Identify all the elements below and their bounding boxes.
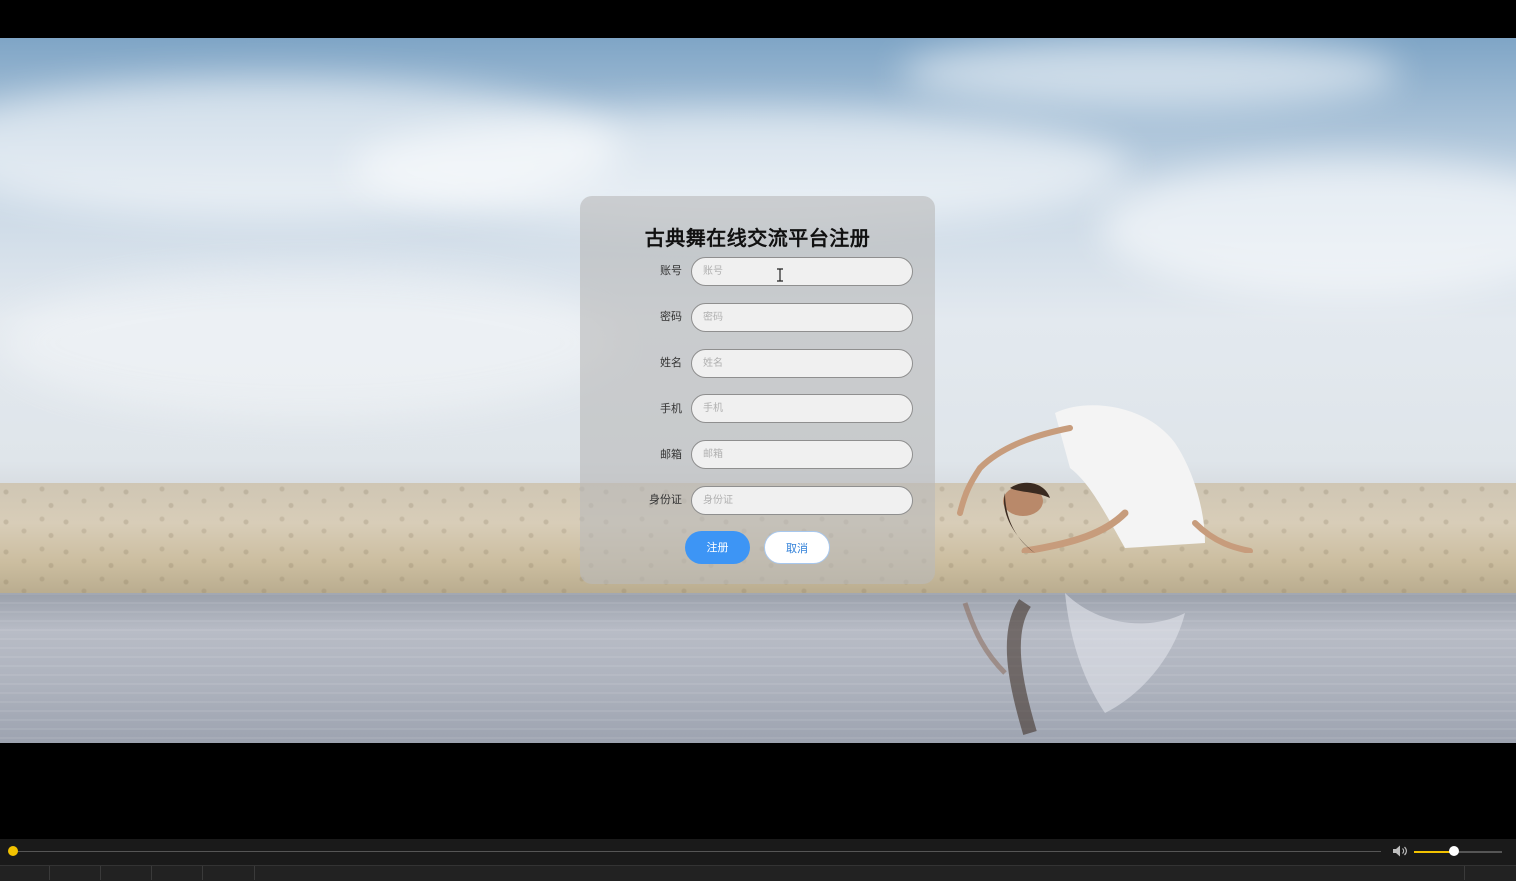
phone-label: 手机 [660, 402, 682, 415]
register-button[interactable]: 注册 [685, 531, 750, 564]
progress-handle[interactable] [8, 846, 18, 856]
form-title: 古典舞在线交流平台注册 [644, 226, 871, 250]
status-segment [0, 866, 50, 880]
volume-handle[interactable] [1448, 846, 1459, 856]
text-cursor-icon [777, 268, 783, 282]
phone-field[interactable] [691, 394, 913, 423]
status-segment [203, 866, 255, 880]
name-label: 姓名 [660, 356, 682, 369]
name-field[interactable] [691, 349, 913, 378]
email-label: 邮箱 [660, 448, 682, 461]
password-input[interactable] [692, 304, 912, 331]
id-card-input[interactable] [692, 487, 912, 514]
account-field[interactable] [691, 257, 913, 286]
email-field[interactable] [691, 440, 913, 469]
password-field[interactable] [691, 303, 913, 332]
name-input[interactable] [692, 350, 912, 377]
email-input[interactable] [692, 441, 912, 468]
account-label: 账号 [660, 264, 682, 277]
account-input[interactable] [692, 258, 912, 285]
status-segment [152, 866, 203, 880]
password-label: 密码 [660, 310, 682, 323]
status-segment [101, 866, 152, 880]
id-card-field[interactable] [691, 486, 913, 515]
status-segment [1464, 866, 1465, 880]
cancel-button[interactable]: 取消 [764, 531, 830, 564]
dancer-reflection [962, 593, 1185, 736]
progress-bar[interactable] [13, 851, 1381, 852]
speaker-icon[interactable] [1392, 844, 1408, 858]
volume-level [1414, 851, 1454, 853]
dancer-figure [957, 405, 1253, 553]
status-segment [50, 866, 101, 880]
id-card-label: 身份证 [649, 493, 682, 506]
phone-input[interactable] [692, 395, 912, 422]
register-panel [580, 196, 935, 584]
